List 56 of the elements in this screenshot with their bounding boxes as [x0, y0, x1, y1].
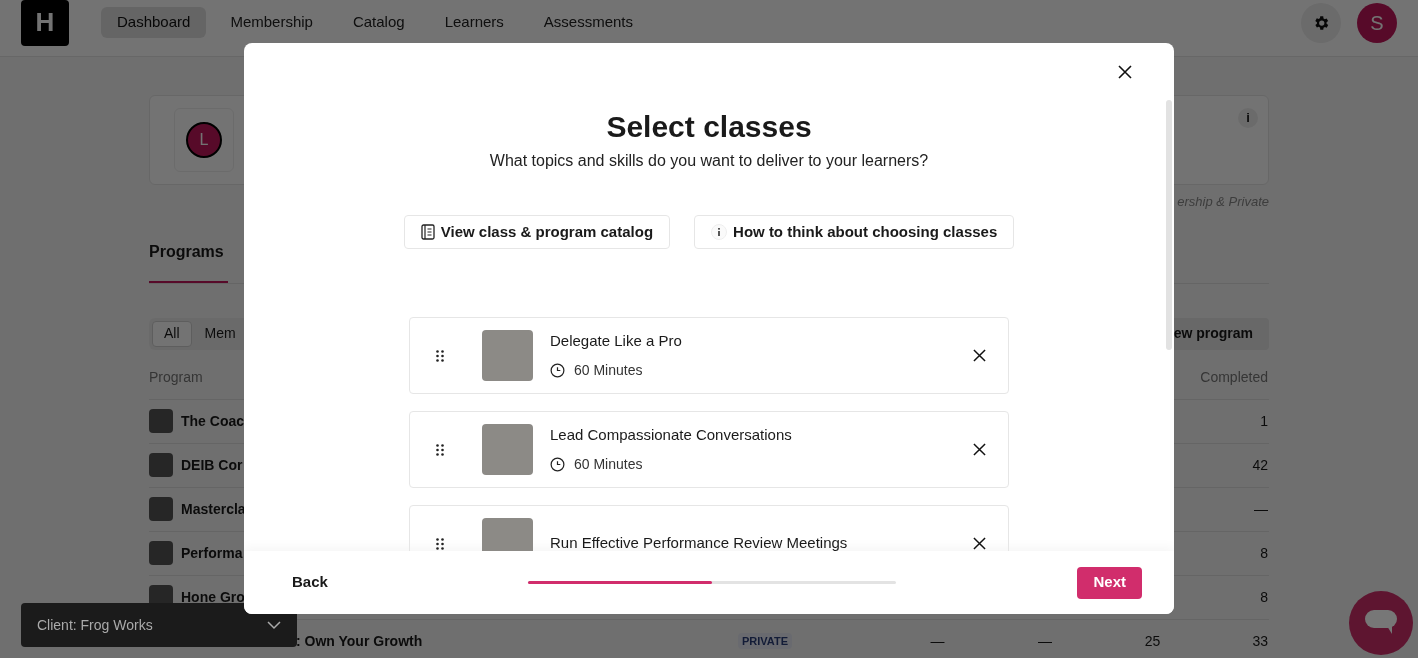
drag-handle-icon[interactable]	[436, 443, 444, 456]
remove-button[interactable]	[972, 442, 986, 457]
program-thumbnail	[149, 453, 173, 477]
table-cell-text: 25	[1143, 631, 1162, 651]
scrollbar[interactable]	[1166, 100, 1172, 350]
program-thumbnail	[149, 409, 173, 433]
photo-placeholder	[482, 424, 533, 475]
column-header: Program	[149, 367, 203, 387]
program-thumbnail	[149, 541, 173, 565]
remove-button[interactable]	[972, 536, 986, 551]
class-title: Delegate Like a Pro	[550, 330, 683, 351]
next-button[interactable]: Next	[1077, 566, 1142, 599]
table-cell-text: —	[1037, 631, 1053, 651]
table-cell-text: —	[929, 631, 946, 651]
info-icon[interactable]: i	[1238, 108, 1258, 128]
dialog-subtitle: What topics and skills do you want to deliver to your learners?	[489, 151, 929, 171]
user-avatar[interactable]: S	[1357, 2, 1397, 43]
table-cell-text: 1	[1259, 411, 1268, 431]
filter-tab[interactable]: All	[152, 320, 192, 347]
class-duration: 60 Minutes	[574, 361, 643, 381]
remove-button[interactable]	[972, 348, 986, 363]
close-icon	[972, 537, 986, 550]
nav-tab[interactable]: Dashboard	[101, 7, 207, 38]
class-title: Lead Compassionate Conversations	[550, 424, 793, 445]
link-button[interactable]: View class & program catalog	[403, 215, 671, 249]
close-icon	[1118, 65, 1132, 79]
close-icon	[972, 349, 986, 362]
photo-placeholder	[482, 330, 533, 381]
client-dropdown[interactable]: Client: Frog Works	[21, 603, 297, 647]
avatar: L	[186, 122, 222, 158]
drag-handle-icon[interactable]	[436, 537, 444, 550]
logo[interactable]: H	[21, 0, 69, 46]
table-cell-text: 42	[1251, 455, 1268, 475]
info-icon	[711, 224, 728, 240]
book-icon	[420, 224, 435, 240]
chat-bubble-icon	[1365, 610, 1397, 636]
table-cell-text: 33	[1251, 631, 1268, 651]
class-title: Run Effective Performance Review Meetings	[550, 533, 849, 551]
program-thumbnail	[149, 497, 173, 521]
table-cell-text: 8	[1259, 587, 1268, 607]
drag-handle-icon[interactable]	[436, 349, 444, 362]
column-header: Completed	[1199, 367, 1268, 387]
clock-icon	[550, 363, 565, 379]
close-icon	[972, 443, 986, 456]
back-button[interactable]: Back	[292, 571, 328, 594]
chevron-down-icon	[267, 620, 281, 630]
settings-button[interactable]	[1301, 2, 1341, 43]
clock-icon	[550, 457, 565, 473]
close-button[interactable]	[1116, 63, 1134, 81]
programs-tab[interactable]: Programs	[149, 239, 228, 283]
link-button[interactable]: How to think about choosing classes	[694, 215, 1015, 249]
table-cell-text: 8	[1259, 543, 1268, 563]
dialog-title: Select classes	[606, 109, 812, 145]
class-duration: 60 Minutes	[574, 455, 643, 475]
table-cell-text: —	[1253, 499, 1268, 519]
status-tag: PRIVATE	[737, 632, 792, 650]
